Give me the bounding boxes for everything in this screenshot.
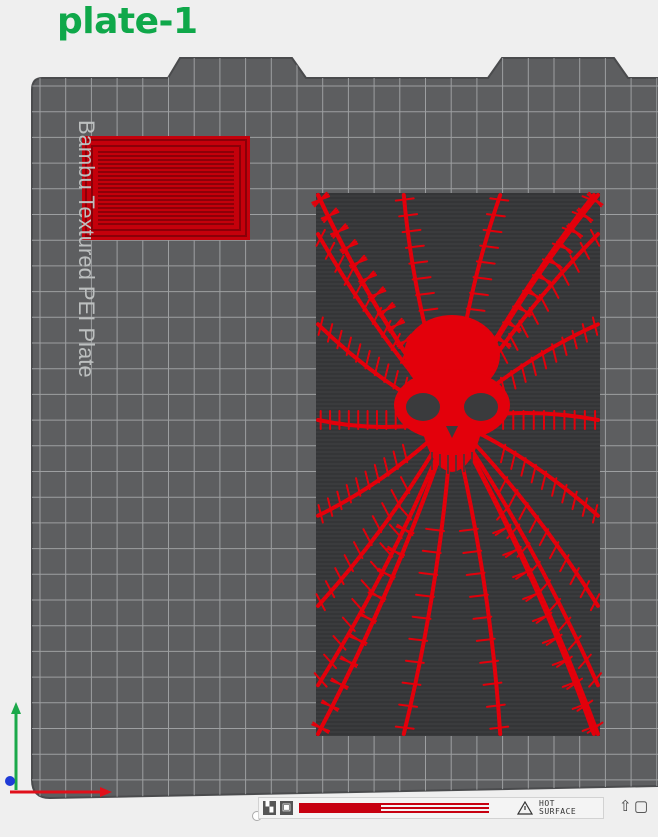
square-icon[interactable]: ▢	[634, 799, 648, 815]
hot-surface-warning: HOT SURFACE	[517, 800, 601, 816]
plate-type-icon: ▚	[263, 801, 276, 815]
bed-branding-strip: ▚ ▣ HOT SURFACE	[258, 797, 604, 819]
z-axis	[5, 776, 15, 786]
bed-type-label-text: Bambu Textured PEI Plate	[74, 120, 99, 378]
qr-code-icon: ▣	[280, 801, 293, 815]
hot-surface-text: HOT SURFACE	[539, 799, 577, 816]
brand-logo-bar	[299, 803, 489, 813]
small-rectangular-block	[82, 136, 250, 240]
bed-type-label: Bambu Textured PEI Plate	[70, 120, 102, 440]
upload-icon[interactable]: ⇧	[619, 799, 632, 815]
warning-triangle-icon	[517, 801, 533, 815]
skull-spiderweb-panel	[311, 191, 604, 736]
